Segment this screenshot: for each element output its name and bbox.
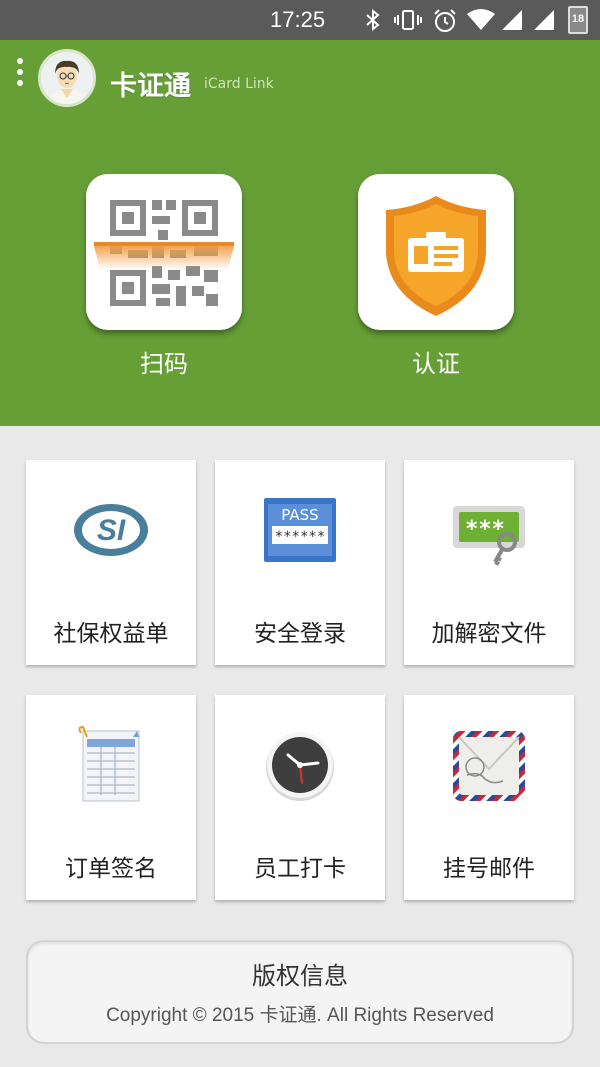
app-subtitle: iCard Link bbox=[204, 76, 274, 92]
app-title: 卡证通 bbox=[110, 71, 191, 102]
qr-scan-icon bbox=[94, 200, 234, 306]
header-panel: 卡证通 iCard Link 扫码 认证 bbox=[0, 40, 600, 426]
grid-item-clock-in[interactable]: 员工打卡 bbox=[215, 695, 385, 900]
grid-label: 员工打卡 bbox=[254, 856, 346, 882]
pass-glyph: PASS bbox=[281, 506, 318, 524]
avatar[interactable] bbox=[38, 49, 96, 107]
copyright-title: 版权信息 bbox=[252, 962, 348, 990]
encrypted-key-icon: *** bbox=[453, 506, 525, 566]
alarm-icon bbox=[434, 9, 456, 32]
order-sheet-icon bbox=[78, 725, 140, 802]
authenticate-tile[interactable] bbox=[358, 174, 514, 330]
battery-icon: 18 bbox=[568, 6, 588, 34]
grid-item-encrypt-file[interactable]: *** 加解密文件 bbox=[404, 460, 574, 665]
mask-glyph: ****** bbox=[275, 529, 326, 545]
grid-label: 社保权益单 bbox=[53, 621, 169, 647]
user-avatar-icon bbox=[41, 52, 93, 104]
si-glyph: SI bbox=[97, 514, 126, 547]
shield-id-icon bbox=[386, 196, 486, 316]
social-security-icon: SI bbox=[74, 504, 148, 556]
copyright-text: Copyright © 2015 卡证通. All Rights Reserve… bbox=[106, 1005, 494, 1026]
battery-level: 18 bbox=[571, 13, 585, 25]
grid-item-order-sign[interactable]: 订单签名 bbox=[26, 695, 196, 900]
grid-item-registered-mail[interactable]: 挂号邮件 bbox=[404, 695, 574, 900]
grid-item-secure-login[interactable]: PASS ****** 安全登录 bbox=[215, 460, 385, 665]
vibrate-icon bbox=[394, 10, 422, 30]
grid-item-social-security[interactable]: SI 社保权益单 bbox=[26, 460, 196, 665]
grid-label: 挂号邮件 bbox=[443, 856, 535, 882]
scan-tile[interactable] bbox=[86, 174, 242, 330]
menu-button[interactable] bbox=[12, 58, 28, 94]
signal-icon bbox=[502, 10, 522, 30]
bluetooth-icon bbox=[366, 8, 380, 32]
copyright-panel: 版权信息 Copyright © 2015 卡证通. All Rights Re… bbox=[26, 940, 574, 1044]
signal-icon bbox=[534, 10, 554, 30]
status-bar: 17:25 18 bbox=[0, 0, 600, 40]
registered-mail-icon bbox=[453, 731, 525, 801]
scan-label: 扫码 bbox=[140, 350, 188, 378]
wifi-icon bbox=[467, 9, 495, 30]
status-time: 17:25 bbox=[270, 7, 326, 32]
clock-icon bbox=[266, 732, 334, 801]
grid-label: 订单签名 bbox=[65, 856, 157, 882]
grid-label: 安全登录 bbox=[254, 621, 346, 647]
grid-label: 加解密文件 bbox=[431, 621, 547, 647]
password-card-icon: PASS ****** bbox=[264, 498, 336, 562]
authenticate-label: 认证 bbox=[412, 350, 460, 378]
